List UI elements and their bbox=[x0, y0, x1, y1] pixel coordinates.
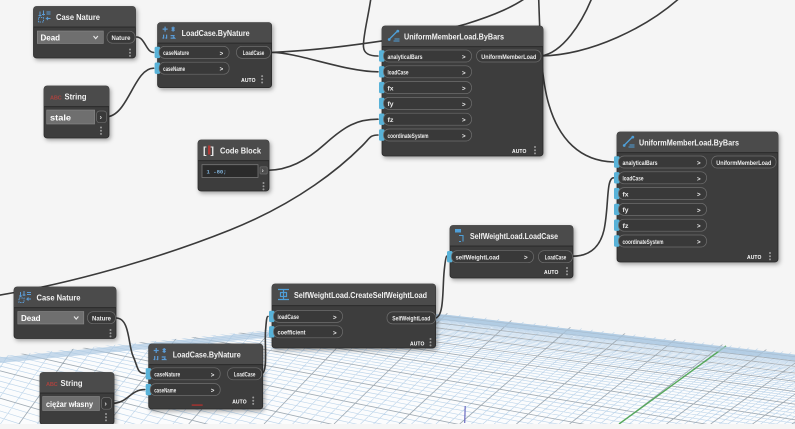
svg-text:fy: fy bbox=[623, 207, 629, 214]
svg-text:1 -80;: 1 -80; bbox=[207, 168, 227, 175]
svg-text:Dead: Dead bbox=[41, 33, 61, 42]
svg-text:›: › bbox=[262, 169, 264, 175]
svg-text:fx: fx bbox=[623, 191, 629, 198]
svg-text:>: > bbox=[220, 50, 224, 57]
svg-text:caseName: caseName bbox=[154, 387, 176, 394]
svg-text:SelfWeightLoad: SelfWeightLoad bbox=[392, 316, 430, 323]
svg-text:]: ] bbox=[211, 145, 215, 157]
svg-text:ABC: ABC bbox=[50, 96, 62, 102]
svg-text:UniformMemberLoad: UniformMemberLoad bbox=[481, 54, 536, 61]
svg-text:coordinateSystem: coordinateSystem bbox=[623, 239, 664, 246]
svg-text:>: > bbox=[211, 388, 215, 395]
svg-text:fz: fz bbox=[388, 117, 395, 124]
svg-text:coordinateSystem: coordinateSystem bbox=[388, 133, 429, 140]
svg-text:fy: fy bbox=[388, 101, 394, 108]
svg-text:LoadCase: LoadCase bbox=[243, 50, 265, 57]
svg-text:caseName: caseName bbox=[163, 66, 185, 73]
svg-text:AUTO: AUTO bbox=[410, 342, 424, 348]
svg-text:stale: stale bbox=[50, 113, 72, 122]
svg-text:fz: fz bbox=[623, 223, 630, 230]
svg-text:loadCase: loadCase bbox=[388, 70, 409, 77]
svg-text:>: > bbox=[333, 330, 337, 337]
svg-text:>: > bbox=[697, 223, 701, 230]
svg-text:>: > bbox=[220, 66, 224, 73]
svg-text:>: > bbox=[697, 176, 701, 183]
svg-text:>: > bbox=[462, 54, 466, 61]
svg-text:UniformMemberLoad.ByBars: UniformMemberLoad.ByBars bbox=[404, 31, 504, 41]
svg-text:>: > bbox=[462, 70, 466, 77]
svg-text:analyticalBars: analyticalBars bbox=[623, 160, 658, 167]
svg-text:caseNature: caseNature bbox=[154, 372, 180, 379]
svg-text:UniformMemberLoad.ByBars: UniformMemberLoad.ByBars bbox=[639, 137, 739, 147]
svg-text:>: > bbox=[462, 133, 466, 140]
svg-text:ABC: ABC bbox=[46, 382, 58, 388]
svg-text:LoadCase.ByNature: LoadCase.ByNature bbox=[173, 349, 241, 359]
svg-text:Case Nature: Case Nature bbox=[56, 12, 100, 22]
svg-text:Code Block: Code Block bbox=[220, 145, 261, 155]
svg-text:Nature: Nature bbox=[92, 316, 111, 323]
svg-text:String: String bbox=[61, 378, 83, 388]
svg-text:[: [ bbox=[203, 145, 207, 157]
svg-text:AUTO: AUTO bbox=[512, 149, 526, 155]
svg-text:AUTO: AUTO bbox=[241, 78, 255, 84]
svg-text:>: > bbox=[697, 192, 701, 199]
svg-text:>: > bbox=[462, 86, 466, 93]
svg-text:>: > bbox=[462, 117, 466, 124]
svg-text:SelfWeightLoad.CreateSelfWeigh: SelfWeightLoad.CreateSelfWeightLoad bbox=[294, 290, 427, 300]
svg-text:LoadCase.ByNature: LoadCase.ByNature bbox=[182, 28, 250, 38]
svg-text:AUTO: AUTO bbox=[232, 400, 246, 406]
svg-text:AUTO: AUTO bbox=[544, 270, 558, 276]
svg-text:>: > bbox=[462, 101, 466, 108]
svg-text:>: > bbox=[697, 207, 701, 214]
svg-text:fx: fx bbox=[388, 85, 394, 92]
svg-text:>: > bbox=[697, 160, 701, 167]
svg-text:Dead: Dead bbox=[21, 314, 41, 323]
svg-text:coefficient: coefficient bbox=[278, 330, 307, 337]
svg-text:>: > bbox=[333, 314, 337, 321]
svg-text:caseNature: caseNature bbox=[163, 50, 189, 57]
svg-text:analyticalBars: analyticalBars bbox=[388, 54, 423, 61]
svg-text:loadCase: loadCase bbox=[278, 314, 300, 321]
svg-text:>: > bbox=[524, 255, 528, 262]
svg-text:>: > bbox=[697, 239, 701, 246]
svg-text:String: String bbox=[65, 91, 87, 101]
svg-text:AUTO: AUTO bbox=[747, 255, 761, 261]
svg-text:ciężar własny: ciężar własny bbox=[46, 400, 93, 409]
svg-text:LoadCase: LoadCase bbox=[234, 372, 256, 379]
svg-text:loadCase: loadCase bbox=[623, 176, 644, 183]
svg-text:Nature: Nature bbox=[112, 35, 131, 42]
svg-text:SelfWeightLoad.LoadCase: SelfWeightLoad.LoadCase bbox=[470, 231, 558, 241]
svg-text:selfWeightLoad: selfWeightLoad bbox=[456, 255, 500, 262]
svg-text:LoadCase: LoadCase bbox=[545, 255, 567, 262]
svg-text:Case Nature: Case Nature bbox=[37, 292, 81, 302]
svg-text:UniformMemberLoad: UniformMemberLoad bbox=[716, 160, 771, 167]
svg-text:>: > bbox=[211, 372, 215, 379]
